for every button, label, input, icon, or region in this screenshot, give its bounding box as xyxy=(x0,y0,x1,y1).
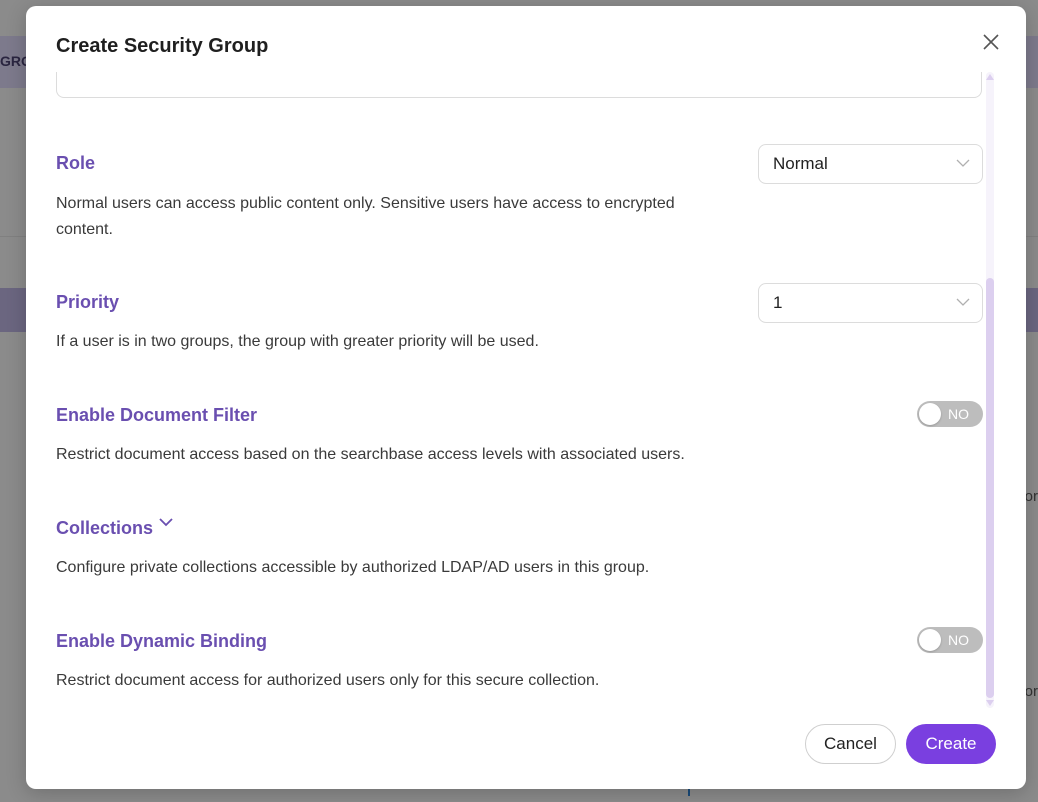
document-filter-toggle[interactable]: NO xyxy=(917,401,983,427)
role-selected-value: Normal xyxy=(773,154,828,173)
role-description: Normal users can access public content o… xyxy=(56,195,675,238)
chevron-down-icon[interactable] xyxy=(159,517,173,527)
role-select[interactable]: Normal xyxy=(758,144,983,184)
scrollbar-thumb[interactable] xyxy=(986,278,994,698)
previous-text-field[interactable] xyxy=(56,72,982,98)
toggle-label: NO xyxy=(948,406,969,422)
dynamic-binding-description: Restrict document access for authorized … xyxy=(56,672,600,689)
toggle-knob xyxy=(919,629,941,651)
chevron-down-icon xyxy=(956,159,970,167)
collections-description: Configure private collections accessible… xyxy=(56,559,650,576)
close-icon xyxy=(983,34,999,50)
document-filter-title: Enable Document Filter xyxy=(56,405,258,425)
background-text-fragment: or xyxy=(1024,488,1038,505)
create-security-group-dialog: Create Security Group Role Normal users … xyxy=(26,6,1026,789)
toggle-label: NO xyxy=(948,632,969,648)
background-text-fragment: or xyxy=(1024,683,1038,700)
scroll-up-arrow-icon[interactable] xyxy=(986,74,994,80)
dynamic-binding-title: Enable Dynamic Binding xyxy=(56,631,268,651)
document-filter-description: Restrict document access based on the se… xyxy=(56,446,685,463)
chevron-down-icon xyxy=(956,298,970,306)
cancel-button[interactable]: Cancel xyxy=(805,724,896,764)
collections-title[interactable]: Collections xyxy=(56,518,153,539)
priority-title: Priority xyxy=(56,292,120,312)
dialog-title: Create Security Group xyxy=(56,35,269,57)
role-title: Role xyxy=(56,153,96,173)
priority-description: If a user is in two groups, the group wi… xyxy=(56,333,539,350)
dynamic-binding-toggle[interactable]: NO xyxy=(917,627,983,653)
close-button[interactable] xyxy=(981,32,1001,52)
scroll-down-arrow-icon[interactable] xyxy=(986,700,994,706)
dialog-scroll-area[interactable]: Role Normal users can access public cont… xyxy=(26,72,1026,712)
priority-select[interactable]: 1 xyxy=(758,283,983,323)
create-button[interactable]: Create xyxy=(906,724,996,764)
toggle-knob xyxy=(919,403,941,425)
priority-selected-value: 1 xyxy=(773,293,783,312)
